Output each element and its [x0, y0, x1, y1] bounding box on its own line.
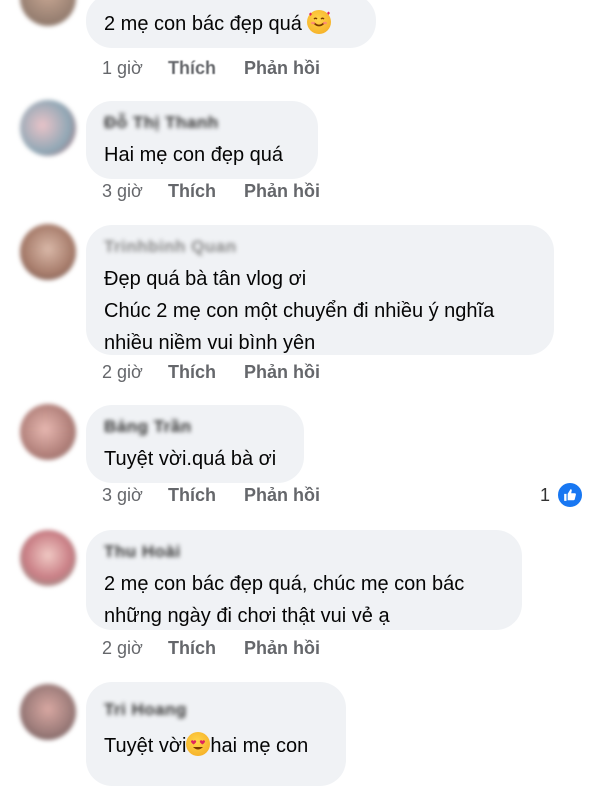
like-button[interactable]: Thích [168, 181, 244, 202]
comment-time: 3 giờ [102, 181, 143, 201]
comment-bubble: Bảng Trần Tuyệt vời.quá bà ơi [86, 405, 304, 483]
comment-text-line: 2 mẹ con bác đẹp quá, chúc mẹ con bác [104, 573, 465, 595]
commenter-name[interactable]: Đỗ Thị Thanh [104, 113, 300, 133]
avatar[interactable] [20, 404, 76, 460]
reply-button[interactable]: Phản hồi [244, 638, 320, 659]
like-button[interactable]: Thích [168, 485, 244, 506]
comment-text-line: những ngày đi chơi thật vui vẻ ạ [104, 605, 390, 627]
comment-meta: 3 giờ Thích Phản hồi [102, 181, 320, 202]
comment-bubble: Đỗ Thị Thanh Hai mẹ con đẹp quá [86, 101, 318, 179]
reaction-count: 1 [539, 484, 550, 505]
comment-meta: 3 giờ Thích Phản hồi [102, 485, 320, 506]
comment-meta: 2 giờ Thích Phản hồi [102, 638, 320, 659]
comment-bubble: Tri Hoang Tuyệt vời hai mẹ con [86, 682, 346, 786]
reply-button[interactable]: Phản hồi [244, 485, 320, 506]
comment-text-line: Đẹp quá bà tân vlog ơi [104, 268, 307, 290]
smiling-face-with-hearts-icon [307, 10, 332, 34]
comment-time: 1 giờ [102, 58, 143, 78]
comment-time: 2 giờ [102, 362, 143, 382]
avatar[interactable] [20, 224, 76, 280]
commenter-name[interactable]: Tri Hoang [104, 700, 328, 720]
like-button[interactable]: Thích [168, 638, 244, 659]
comment-text: Tuyệt vời hai mẹ con [104, 730, 328, 762]
reply-button[interactable]: Phản hồi [244, 58, 320, 79]
avatar[interactable] [20, 530, 76, 586]
commenter-name[interactable]: Bảng Trần [104, 417, 286, 437]
like-button[interactable]: Thích [168, 58, 244, 79]
reaction-summary[interactable]: 1 [540, 481, 584, 509]
heart-eyes-emoji-icon [186, 732, 211, 756]
thumbs-up-icon [556, 481, 584, 509]
commenter-name[interactable]: Thu Hoài [104, 542, 504, 562]
comment-text-line: nhiều niềm vui bình yên [104, 332, 316, 354]
comment-meta: 2 giờ Thích Phản hồi [102, 362, 320, 383]
comment-meta: 1 giờ Thích Phản hồi [102, 58, 320, 79]
like-button[interactable]: Thích [168, 362, 244, 383]
comment-time: 2 giờ [102, 638, 143, 658]
comment-text: Tuyệt vời.quá bà ơi [104, 448, 277, 470]
comment-bubble: Thu Hoài 2 mẹ con bác đẹp quá, chúc mẹ c… [86, 530, 522, 630]
comment-text: Hai mẹ con đẹp quá [104, 144, 284, 166]
commenter-name[interactable]: Trinhbinh Quan [104, 237, 536, 257]
avatar[interactable] [20, 100, 76, 156]
reply-button[interactable]: Phản hồi [244, 181, 320, 202]
avatar[interactable] [20, 684, 76, 740]
comment-bubble: 2 mẹ con bác đẹp quá [86, 0, 376, 48]
comment-bubble: Trinhbinh Quan Đẹp quá bà tân vlog ơi Ch… [86, 225, 554, 355]
reply-button[interactable]: Phản hồi [244, 362, 320, 383]
comment-time: 3 giờ [102, 485, 143, 505]
avatar[interactable] [20, 0, 76, 26]
comment-text: 2 mẹ con bác đẹp quá [104, 8, 358, 40]
comment-text-line: Chúc 2 mẹ con một chuyển đi nhiều ý nghĩ… [104, 300, 495, 322]
